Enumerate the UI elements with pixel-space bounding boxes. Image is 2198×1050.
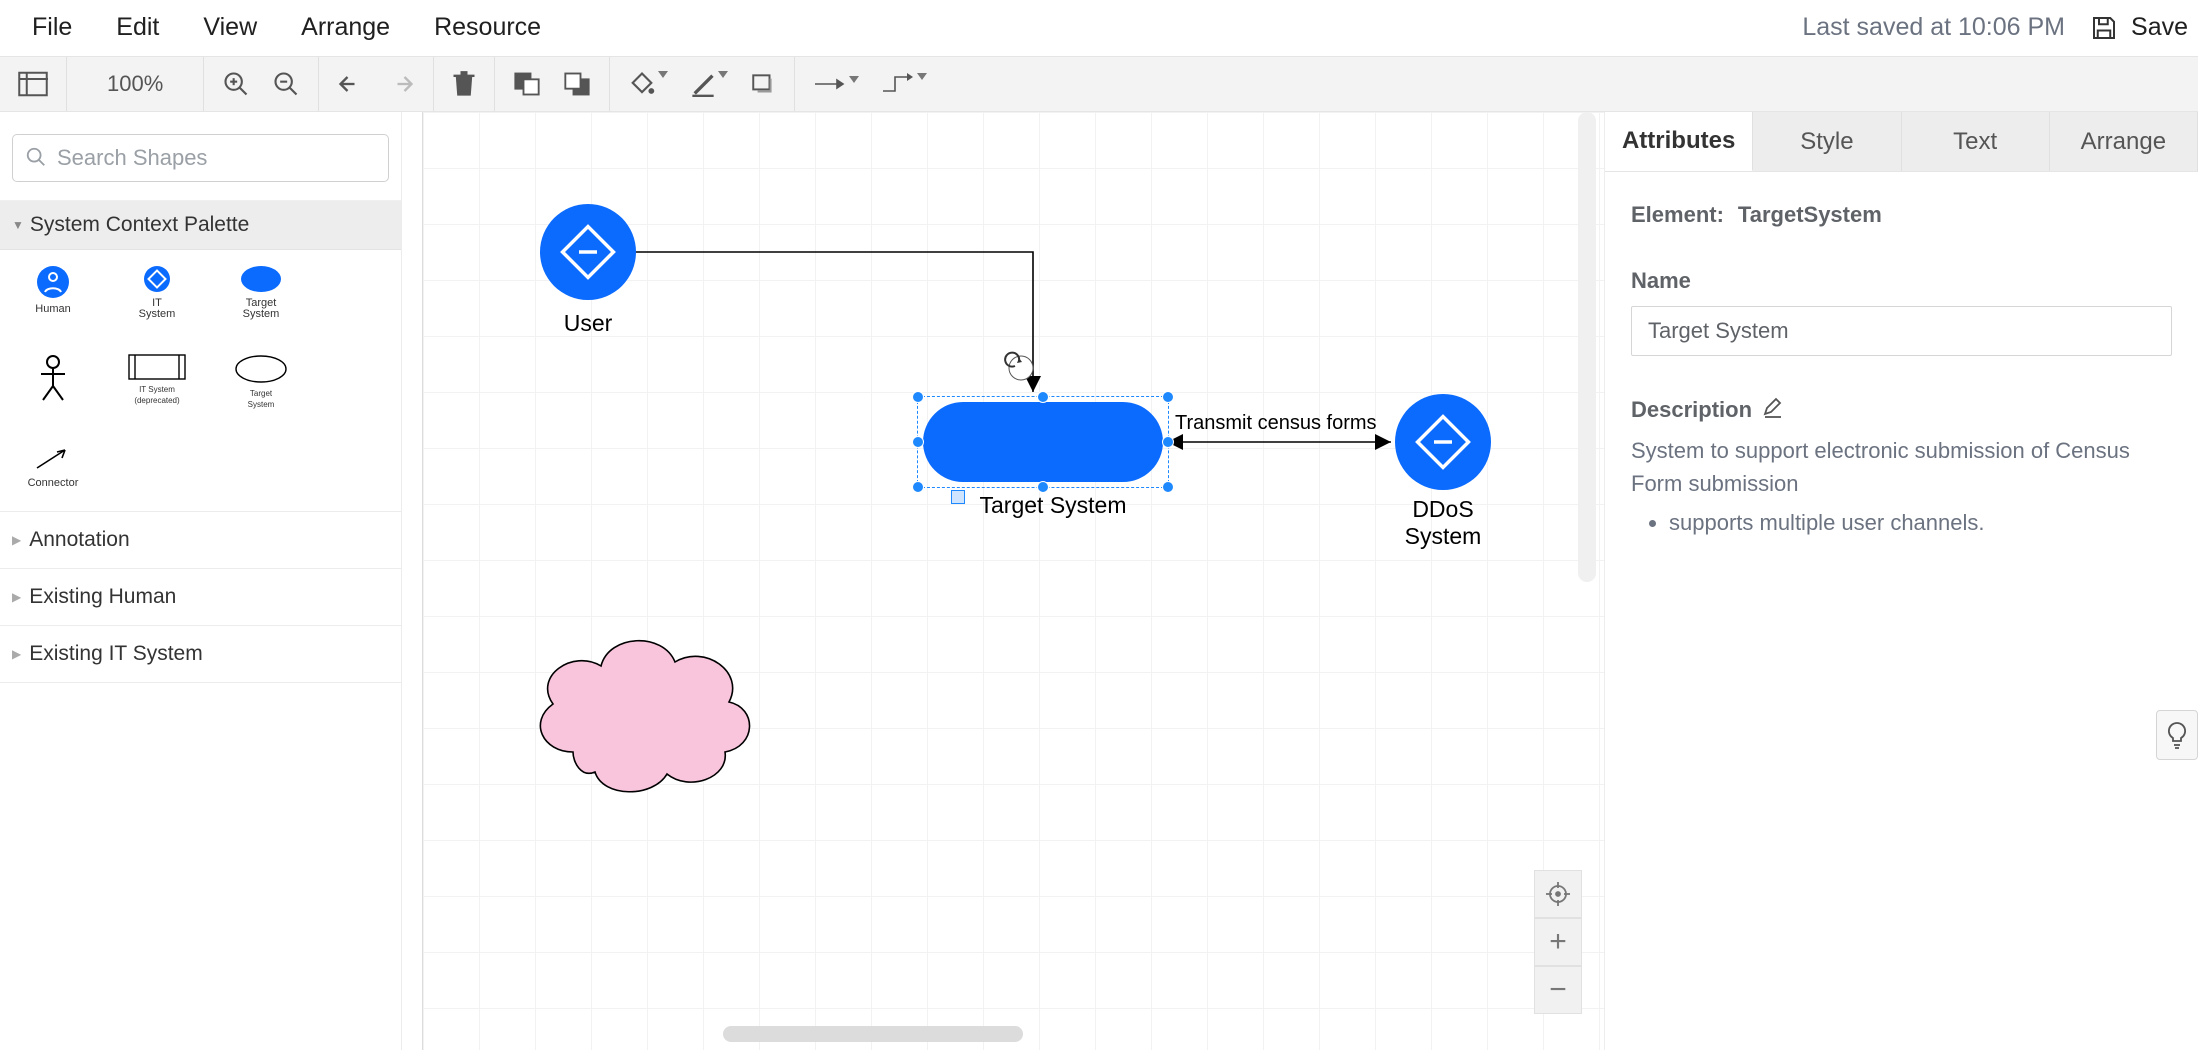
toolbar: 100%	[0, 56, 2198, 112]
tab-attributes[interactable]: Attributes	[1605, 112, 1753, 171]
menubar: File Edit View Arrange Resource Last sav…	[0, 0, 2198, 56]
menu-arrange[interactable]: Arrange	[279, 13, 412, 42]
search-shapes-box[interactable]	[12, 134, 389, 182]
save-label: Save	[2131, 13, 2188, 42]
description-text: System to support electronic submission …	[1631, 434, 2172, 539]
diagram-canvas[interactable]: User Target System DDoSSystem Transmit c…	[422, 112, 1604, 1050]
selection-handle[interactable]	[912, 481, 924, 493]
caret-right-icon: ▶	[12, 590, 21, 604]
edge-transmit-label[interactable]: Transmit census forms	[1175, 412, 1377, 435]
section-annotation[interactable]: ▶Annotation	[0, 512, 401, 569]
last-saved-label: Last saved at 10:06 PM	[1802, 13, 2065, 42]
name-field-label: Name	[1631, 268, 2172, 294]
floppy-icon	[2089, 13, 2119, 43]
palette-target-system[interactable]: TargetSystem	[226, 264, 296, 320]
left-panel: ▼ System Context Palette Human ITSystem …	[0, 112, 402, 1050]
palette-human[interactable]: Human	[18, 264, 88, 320]
delete-icon[interactable]	[452, 70, 476, 98]
node-user-label: User	[561, 310, 615, 337]
menu-view[interactable]: View	[181, 13, 279, 42]
selection-handle[interactable]	[1162, 436, 1174, 448]
shadow-icon[interactable]	[750, 72, 776, 96]
palette: Human ITSystem TargetSystem IT System(de…	[0, 250, 401, 512]
selection-handle[interactable]	[912, 391, 924, 403]
palette-connector[interactable]: Connector	[18, 444, 88, 489]
zoom-out-icon[interactable]	[272, 70, 300, 98]
element-value: TargetSystem	[1738, 202, 1882, 228]
tab-arrange[interactable]: Arrange	[2050, 112, 2198, 171]
save-button[interactable]: Save	[2089, 13, 2188, 43]
section-existing-it-system[interactable]: ▶Existing IT System	[0, 626, 401, 683]
menu-file[interactable]: File	[10, 13, 94, 42]
menu-resource[interactable]: Resource	[412, 13, 563, 42]
canvas-controls: + −	[1534, 870, 1582, 1014]
canvas-wrap: User Target System DDoSSystem Transmit c…	[402, 112, 1604, 1050]
node-ddos-label: DDoSSystem	[1383, 496, 1503, 550]
palette-target-system-oval[interactable]: TargetSystem	[226, 354, 296, 410]
selection-handle[interactable]	[1162, 391, 1174, 403]
zoom-in-icon[interactable]	[222, 70, 250, 98]
horizontal-scrollbar[interactable]	[723, 1026, 1023, 1042]
palette-it-system[interactable]: ITSystem	[122, 264, 192, 320]
name-input[interactable]	[1631, 306, 2172, 356]
tab-text[interactable]: Text	[1902, 112, 2050, 171]
palette-stick-figure[interactable]	[18, 354, 88, 410]
selection-handle[interactable]	[912, 436, 924, 448]
to-back-icon[interactable]	[563, 71, 591, 97]
to-front-icon[interactable]	[513, 71, 541, 97]
undo-icon[interactable]	[337, 73, 365, 95]
menu-edit[interactable]: Edit	[94, 13, 181, 42]
line-color-icon[interactable]	[690, 71, 728, 97]
selection-outline	[917, 396, 1169, 488]
selection-handle[interactable]	[1037, 391, 1049, 403]
palette-title: System Context Palette	[30, 213, 249, 237]
fill-color-icon[interactable]	[628, 71, 668, 97]
caret-right-icon: ▶	[12, 647, 21, 661]
connection-icon[interactable]	[813, 76, 859, 92]
fit-view-button[interactable]	[1534, 870, 1582, 918]
caret-right-icon: ▶	[12, 533, 21, 547]
redo-icon[interactable]	[387, 73, 415, 95]
zoom-out-button[interactable]: −	[1534, 966, 1582, 1014]
section-existing-human[interactable]: ▶Existing Human	[0, 569, 401, 626]
palette-it-system-deprecated[interactable]: IT System(deprecated)	[122, 354, 192, 410]
zoom-in-button[interactable]: +	[1534, 918, 1582, 966]
right-tabs: Attributes Style Text Arrange	[1605, 112, 2198, 172]
edit-description-icon[interactable]	[1762, 396, 1784, 424]
right-panel: Attributes Style Text Arrange Element: T…	[1604, 112, 2198, 1050]
element-key: Element:	[1631, 202, 1724, 228]
hint-bulb-button[interactable]	[2156, 710, 2198, 760]
node-ddos-system[interactable]	[1395, 394, 1491, 490]
zoom-level[interactable]: 100%	[67, 57, 204, 111]
waypoint-icon[interactable]	[881, 73, 927, 95]
tab-style[interactable]: Style	[1753, 112, 1901, 171]
description-label: Description	[1631, 397, 1752, 423]
search-shapes-input[interactable]	[55, 144, 376, 172]
node-user[interactable]	[540, 204, 636, 300]
node-target-label: Target System	[963, 492, 1143, 519]
toggle-panels-button[interactable]	[0, 57, 67, 111]
caret-down-icon: ▼	[12, 218, 24, 232]
palette-header[interactable]: ▼ System Context Palette	[0, 201, 401, 250]
node-cloud[interactable]	[540, 641, 749, 792]
selection-handle[interactable]	[1162, 481, 1174, 493]
search-icon	[25, 146, 47, 171]
